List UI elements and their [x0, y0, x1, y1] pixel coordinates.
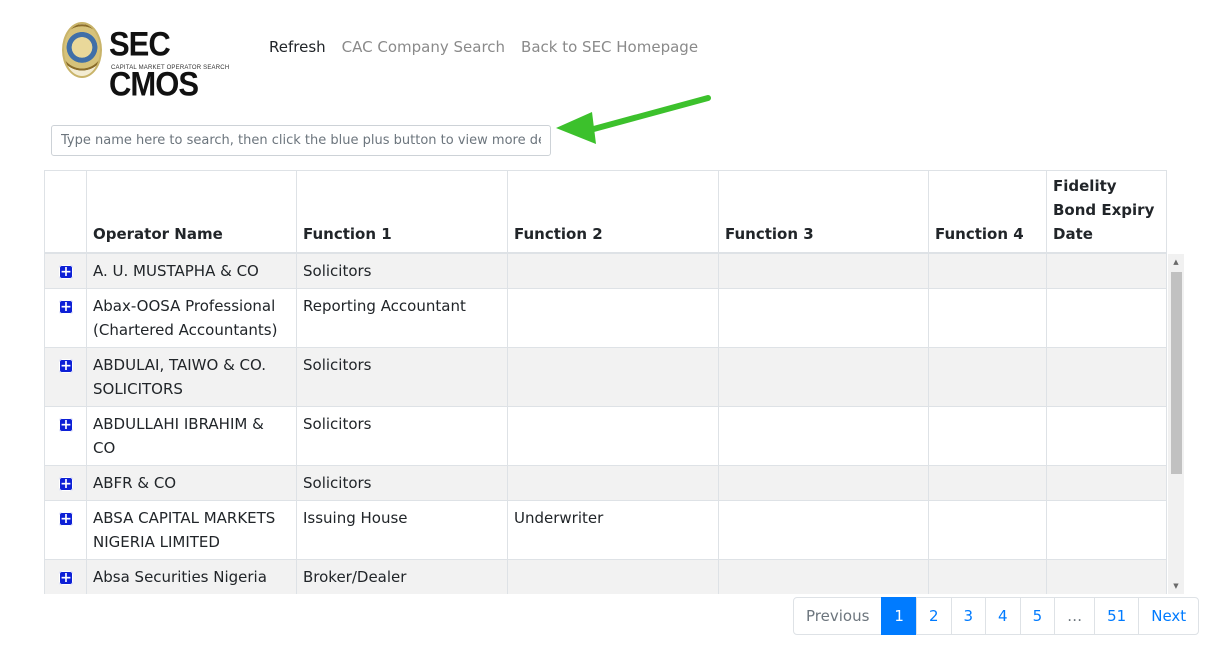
column-header-function-4[interactable]: Function 4: [928, 171, 1046, 252]
fidelity-bond-cell: [1046, 407, 1167, 465]
expand-cell: +: [44, 407, 86, 465]
function-1-cell: Solicitors: [296, 348, 507, 406]
column-header-function-1[interactable]: Function 1: [296, 171, 507, 252]
fidelity-bond-cell: [1046, 466, 1167, 500]
nav-cac-company-search[interactable]: CAC Company Search: [342, 37, 505, 57]
fidelity-bond-cell: [1046, 348, 1167, 406]
search-input[interactable]: [51, 125, 551, 156]
operator-name-cell: Abax-OOSA Professional (Chartered Accoun…: [86, 289, 296, 347]
expand-cell: +: [44, 289, 86, 347]
column-header-expand: [44, 171, 86, 252]
plus-square-icon[interactable]: +: [59, 359, 73, 373]
function-1-cell: Issuing House: [296, 501, 507, 559]
page-ellipsis: …: [1054, 597, 1096, 635]
green-arrow-icon: [556, 95, 711, 144]
operator-name-cell: ABFR & CO: [86, 466, 296, 500]
operator-name-cell: Absa Securities Nigeria Limited: [86, 560, 296, 594]
logo-subtitle: CAPITAL MARKET OPERATOR SEARCH: [111, 65, 230, 71]
function-3-cell: [718, 407, 928, 465]
function-4-cell: [928, 501, 1046, 559]
column-header-function-2[interactable]: Function 2: [507, 171, 718, 252]
function-3-cell: [718, 348, 928, 406]
nav-back-to-sec-homepage[interactable]: Back to SEC Homepage: [521, 37, 698, 57]
plus-square-icon[interactable]: +: [59, 512, 73, 526]
operator-name-cell: ABDULLAHI IBRAHIM & CO: [86, 407, 296, 465]
plus-square-icon[interactable]: +: [59, 477, 73, 491]
table-header: Operator Name Function 1 Function 2 Func…: [44, 170, 1167, 254]
page-2[interactable]: 2: [915, 597, 952, 635]
function-2-cell: [507, 407, 718, 465]
pagination-next[interactable]: Next: [1138, 597, 1200, 635]
page-51[interactable]: 51: [1094, 597, 1140, 635]
function-2-cell: [507, 254, 718, 288]
operator-name-cell: ABDULAI, TAIWO & CO. SOLICITORS: [86, 348, 296, 406]
expand-cell: +: [44, 501, 86, 559]
function-3-cell: [718, 289, 928, 347]
function-3-cell: [718, 560, 928, 594]
function-3-cell: [718, 501, 928, 559]
function-2-cell: [507, 348, 718, 406]
column-header-fidelity-bond-expiry-date[interactable]: Fidelity Bond Expiry Date: [1046, 171, 1167, 252]
scroll-up-arrow-icon[interactable]: ▲: [1168, 254, 1184, 270]
function-2-cell: [507, 560, 718, 594]
function-1-cell: Solicitors: [296, 407, 507, 465]
table-row: + Abax-OOSA Professional (Chartered Acco…: [44, 289, 1167, 348]
function-4-cell: [928, 348, 1046, 406]
function-3-cell: [718, 466, 928, 500]
expand-cell: +: [44, 348, 86, 406]
fidelity-bond-cell: [1046, 501, 1167, 559]
nav-links: Refresh CAC Company Search Back to SEC H…: [269, 37, 714, 57]
page-4[interactable]: 4: [985, 597, 1021, 635]
function-4-cell: [928, 407, 1046, 465]
fidelity-bond-cell: [1046, 289, 1167, 347]
scrollbar-thumb[interactable]: [1171, 272, 1182, 474]
function-1-cell: Solicitors: [296, 254, 507, 288]
fidelity-bond-cell: [1046, 560, 1167, 594]
function-2-cell: [507, 466, 718, 500]
function-4-cell: [928, 466, 1046, 500]
operator-name-cell: ABSA CAPITAL MARKETS NIGERIA LIMITED: [86, 501, 296, 559]
table-body: + A. U. MUSTAPHA & CO Solicitors + Abax-…: [44, 254, 1167, 594]
page-5[interactable]: 5: [1019, 597, 1056, 635]
page-1[interactable]: 1: [881, 597, 917, 635]
page-3[interactable]: 3: [950, 597, 987, 635]
plus-square-icon[interactable]: +: [59, 300, 73, 314]
function-1-cell: Solicitors: [296, 466, 507, 500]
plus-square-icon[interactable]: +: [59, 265, 73, 279]
function-2-cell: [507, 289, 718, 347]
column-header-function-3[interactable]: Function 3: [718, 171, 928, 252]
nav-refresh[interactable]: Refresh: [269, 37, 326, 57]
operator-name-cell: A. U. MUSTAPHA & CO: [86, 254, 296, 288]
plus-square-icon[interactable]: +: [59, 571, 73, 585]
expand-cell: +: [44, 560, 86, 594]
pagination-previous[interactable]: Previous: [793, 597, 883, 635]
fidelity-bond-cell: [1046, 254, 1167, 288]
expand-cell: +: [44, 254, 86, 288]
function-4-cell: [928, 560, 1046, 594]
table-row: + ABDULLAHI IBRAHIM & CO Solicitors: [44, 407, 1167, 466]
scroll-down-arrow-icon[interactable]: ▼: [1168, 578, 1184, 594]
function-1-cell: Broker/Dealer: [296, 560, 507, 594]
function-4-cell: [928, 254, 1046, 288]
operators-table: Operator Name Function 1 Function 2 Func…: [44, 170, 1184, 594]
sec-seal-icon: [62, 22, 102, 78]
sec-cmos-logo[interactable]: SEC CMOS CAPITAL MARKET OPERATOR SEARCH: [62, 22, 232, 104]
function-2-cell: Underwriter: [507, 501, 718, 559]
table-row: + ABSA CAPITAL MARKETS NIGERIA LIMITED I…: [44, 501, 1167, 560]
table-row: + Absa Securities Nigeria Limited Broker…: [44, 560, 1167, 594]
plus-square-icon[interactable]: +: [59, 418, 73, 432]
column-header-operator-name[interactable]: Operator Name: [86, 171, 296, 252]
table-scrollbar[interactable]: ▲ ▼: [1168, 254, 1184, 594]
function-3-cell: [718, 254, 928, 288]
navbar: SEC CMOS CAPITAL MARKET OPERATOR SEARCH …: [0, 0, 1209, 104]
table-row: + A. U. MUSTAPHA & CO Solicitors: [44, 254, 1167, 289]
function-1-cell: Reporting Accountant: [296, 289, 507, 347]
function-4-cell: [928, 289, 1046, 347]
table-row: + ABDULAI, TAIWO & CO. SOLICITORS Solici…: [44, 348, 1167, 407]
pagination: Previous 1 2 3 4 5 … 51 Next: [793, 597, 1200, 635]
table-row: + ABFR & CO Solicitors: [44, 466, 1167, 501]
expand-cell: +: [44, 466, 86, 500]
